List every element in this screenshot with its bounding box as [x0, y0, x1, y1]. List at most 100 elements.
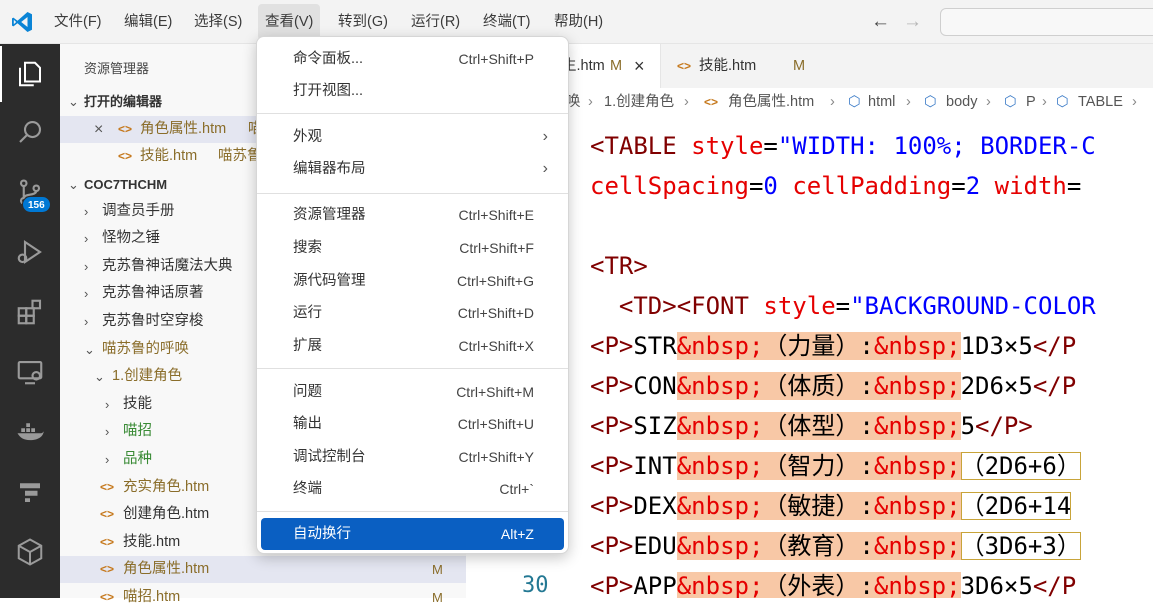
- chevron-down-icon: ⌄: [84, 342, 95, 357]
- stat-end: </P>: [975, 412, 1033, 440]
- stat-key: DEX: [633, 492, 677, 520]
- menu-item-output[interactable]: 输出 Ctrl+Shift+U: [261, 408, 564, 440]
- forward-arrow-icon[interactable]: →: [903, 10, 922, 34]
- menu-separator: [257, 511, 568, 512]
- breadcrumb-separator: ›: [1042, 94, 1047, 110]
- menu-item-extensions[interactable]: 扩展 Ctrl+Shift+X: [261, 330, 564, 362]
- vscode-logo-icon: [12, 12, 32, 32]
- stat-key: INT: [633, 452, 677, 480]
- title-bar: 文件(F) 编辑(E) 选择(S) 查看(V) 转到(G) 运行(R) 终端(T…: [0, 0, 1153, 44]
- folder-name: 1.创建角色: [112, 368, 183, 384]
- cube-icon: ⬡: [1004, 94, 1017, 110]
- menu-item-label: 打开视图...: [293, 83, 364, 99]
- menu-view[interactable]: 查看(V): [258, 4, 321, 40]
- file-name: 角色属性.htm: [123, 561, 210, 577]
- cube-icon: ⬡: [1056, 94, 1069, 110]
- menu-item-search[interactable]: 搜索 Ctrl+Shift+F: [261, 232, 564, 264]
- stat-name: （敏捷）: [763, 492, 860, 520]
- folder-name: 克苏鲁神话魔法大典: [102, 258, 233, 274]
- menu-item-explorer[interactable]: 资源管理器 Ctrl+Shift+E: [261, 199, 564, 231]
- breadcrumb-item[interactable]: body: [946, 88, 977, 116]
- menu-item-open-view[interactable]: 打开视图...: [261, 75, 564, 107]
- stat-value: 1D3×5: [960, 332, 1033, 360]
- html-file-icon: <>: [100, 562, 115, 576]
- menu-item-terminal[interactable]: 终端 Ctrl+`: [261, 473, 564, 505]
- html-file-icon: <>: [677, 59, 692, 73]
- chevron-right-icon: ›: [542, 160, 548, 177]
- menu-item-run[interactable]: 运行 Ctrl+Shift+D: [261, 297, 564, 329]
- menu-selection[interactable]: 选择(S): [187, 4, 249, 40]
- menu-separator: [257, 193, 568, 194]
- docker-icon[interactable]: [0, 404, 60, 460]
- menu-file[interactable]: 文件(F): [47, 4, 109, 40]
- stat-name: （力量）: [763, 332, 860, 360]
- menu-item-appearance[interactable]: 外观 ›: [261, 121, 564, 153]
- breadcrumb-item[interactable]: P: [1026, 88, 1036, 116]
- stat-value: 3D6×5: [960, 572, 1033, 598]
- menu-help[interactable]: 帮助(H): [547, 4, 610, 40]
- code-line: <TD><FONT style="BACKGROUND-COLOR: [618, 292, 1096, 320]
- html-file-icon: <>: [704, 95, 719, 109]
- close-icon[interactable]: ×: [94, 116, 103, 143]
- code-editor[interactable]: <TABLE style="WIDTH: 100%; BORDER-C cell…: [466, 116, 1153, 598]
- menu-item-source-control[interactable]: 源代码管理 Ctrl+Shift+G: [261, 265, 564, 297]
- box-icon[interactable]: [0, 524, 60, 580]
- breadcrumb-item[interactable]: TABLE: [1078, 88, 1123, 116]
- stat-key: EDU: [633, 532, 677, 560]
- menu-edit[interactable]: 编辑(E): [117, 4, 179, 40]
- menu-item-label: 搜索: [293, 240, 322, 256]
- menu-item-shortcut: Ctrl+Shift+M: [456, 384, 534, 400]
- menu-item-editor-layout[interactable]: 编辑器布局 ›: [261, 153, 564, 185]
- menu-separator: [257, 368, 568, 369]
- database-icon[interactable]: [0, 464, 60, 520]
- folder-name: 克苏鲁神话原著: [102, 285, 204, 301]
- tree-file-selected[interactable]: <> 角色属性.htm M: [60, 556, 466, 583]
- stat-end: </P: [1032, 372, 1077, 400]
- menu-item-problems[interactable]: 问题 Ctrl+Shift+M: [261, 376, 564, 408]
- stat-value: （3D6+3）: [960, 532, 1081, 560]
- tab-inactive[interactable]: <> 技能.htm M: [660, 44, 820, 88]
- stat-value: 5: [960, 412, 976, 440]
- menu-run[interactable]: 运行(R): [404, 4, 467, 40]
- search-icon[interactable]: [0, 104, 60, 160]
- activity-bar: 156: [0, 44, 60, 598]
- run-debug-icon[interactable]: [0, 224, 60, 280]
- breadcrumb: 唤 › 1.创建角色 › <> 角色属性.htm › ⬡ html › ⬡ bo…: [466, 88, 1153, 116]
- menu-terminal[interactable]: 终端(T): [476, 4, 538, 40]
- section-label: COC7THCHM: [84, 177, 168, 192]
- breadcrumb-item[interactable]: 角色属性.htm: [728, 88, 814, 116]
- extensions-icon[interactable]: [0, 284, 60, 340]
- view-menu-dropdown: 命令面板... Ctrl+Shift+P 打开视图... 外观 › 编辑器布局 › 资…: [256, 36, 569, 554]
- remote-explorer-icon[interactable]: [0, 344, 60, 400]
- menu-item-shortcut: Ctrl+Shift+U: [457, 416, 534, 432]
- stat-name: （体型）: [763, 412, 860, 440]
- folder-name: 喵招: [123, 423, 152, 439]
- breadcrumb-separator: ›: [986, 94, 991, 110]
- folder-name: 喵苏鲁的呼唤: [102, 341, 189, 357]
- breadcrumb-separator: ›: [1132, 94, 1137, 110]
- stat-name: （外表）: [763, 572, 860, 598]
- file-name: 技能.htm: [123, 534, 181, 550]
- folder-name: 调查员手册: [102, 203, 175, 219]
- code-line: <P>INT&nbsp;（智力）:&nbsp;（2D6+6）: [590, 452, 1081, 480]
- code-line: <P>CON&nbsp;（体质）:&nbsp;2D6×5</P: [590, 372, 1077, 400]
- close-icon[interactable]: ×: [634, 44, 645, 88]
- menu-item-command-palette[interactable]: 命令面板... Ctrl+Shift+P: [261, 43, 564, 75]
- file-name: 技能.htm: [140, 148, 198, 164]
- breadcrumb-separator: ›: [588, 94, 593, 110]
- command-center-search[interactable]: [940, 8, 1153, 36]
- tab-label: 技能.htm: [699, 58, 757, 74]
- stat-key: SIZ: [633, 412, 677, 440]
- breadcrumb-item[interactable]: 1.创建角色: [604, 88, 674, 116]
- breadcrumb-separator: ›: [684, 94, 689, 110]
- menu-item-label: 编辑器布局: [293, 161, 366, 177]
- menu-item-debug-console[interactable]: 调试控制台 Ctrl+Shift+Y: [261, 441, 564, 473]
- breadcrumb-item[interactable]: html: [868, 88, 895, 116]
- menu-item-label: 命令面板...: [293, 51, 364, 67]
- menu-item-word-wrap[interactable]: 自动换行 Alt+Z: [261, 518, 564, 550]
- back-arrow-icon[interactable]: ←: [871, 10, 890, 34]
- explorer-icon[interactable]: [0, 46, 60, 102]
- stat-value: （2D6+14: [960, 492, 1072, 520]
- menu-go[interactable]: 转到(G): [331, 4, 395, 40]
- code-line: <P>SIZ&nbsp;（体型）:&nbsp;5</P>: [590, 412, 1033, 440]
